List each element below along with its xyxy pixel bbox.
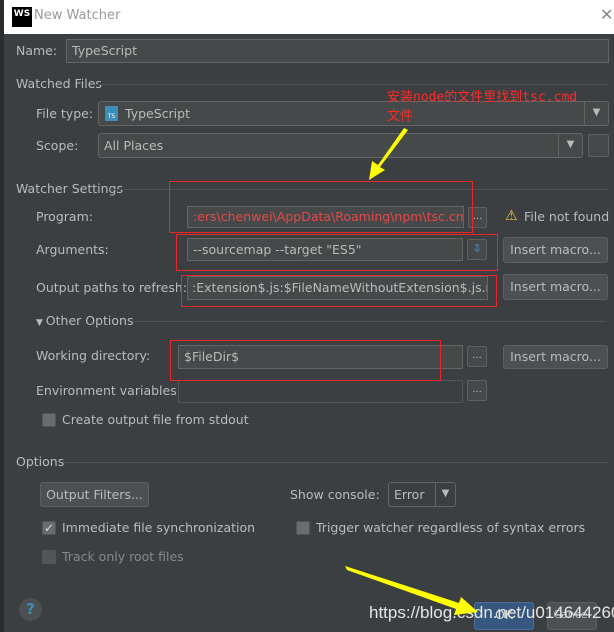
arrow-to-ok-icon — [345, 566, 478, 615]
arrow-to-program-icon — [369, 128, 408, 180]
annotation-arrows — [345, 128, 478, 615]
